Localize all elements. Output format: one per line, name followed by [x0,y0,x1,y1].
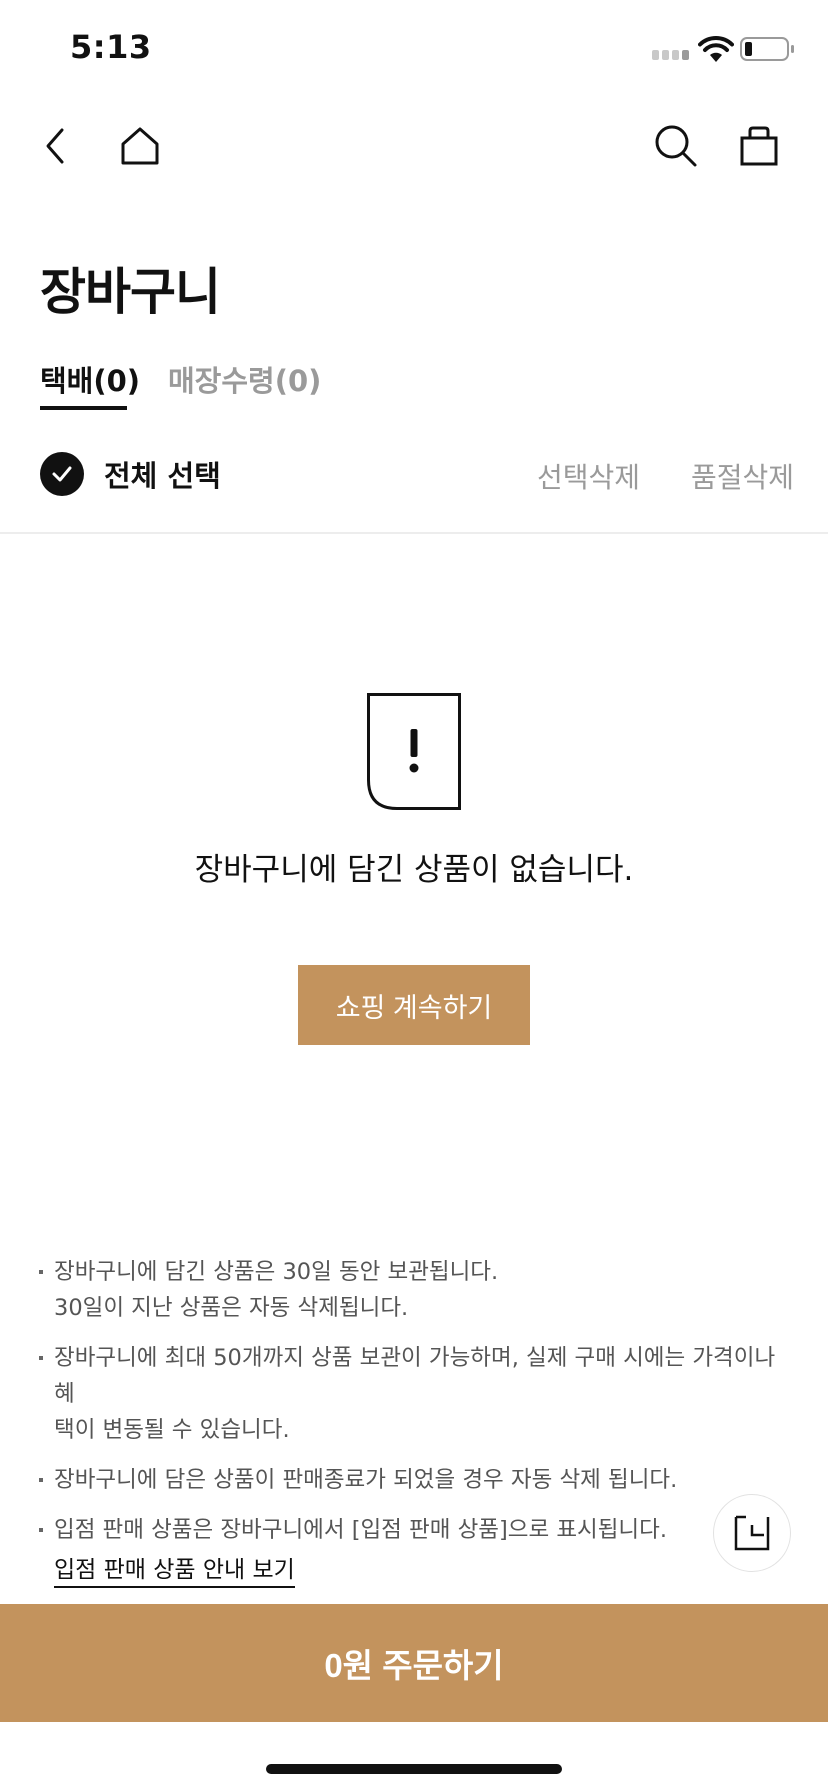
divider [0,532,828,534]
search-button[interactable] [646,116,706,176]
corner-bracket-icon [734,1515,770,1551]
note-item: 장바구니에 담긴 상품은 30일 동안 보관됩니다. 30일이 지난 상품은 자… [36,1254,786,1326]
cellular-signal-icon [652,50,690,60]
shopping-bag-icon [740,126,778,166]
empty-cart-message: 장바구니에 담긴 상품이 없습니다. [194,852,634,888]
order-button[interactable]: 0원 주문하기 [0,1604,828,1722]
delete-soldout-button[interactable]: 품절삭제 [691,456,794,496]
battery-icon [740,37,794,61]
home-icon [121,127,159,165]
tab-store-pickup[interactable]: 매장수령(0) [168,358,321,400]
active-tab-indicator [40,406,127,410]
status-time: 5:13 [70,28,152,66]
home-indicator [266,1764,562,1774]
continue-shopping-button[interactable]: 쇼핑 계속하기 [298,965,530,1045]
checkmark-icon [40,452,84,496]
cart-button[interactable] [729,116,789,176]
page-title: 장바구니 [40,263,221,321]
partner-product-guide-link[interactable]: 입점 판매 상품 안내 보기 [54,1550,295,1588]
select-all-checkbox[interactable]: 전체 선택 [40,452,221,496]
tab-delivery[interactable]: 택배(0) [40,358,140,400]
note-item: 장바구니에 담은 상품이 판매종료가 되었을 경우 자동 삭제 됩니다. [36,1462,786,1498]
alert-document-icon [367,693,461,810]
wifi-icon [698,36,734,62]
scroll-top-button[interactable] [713,1494,791,1572]
select-all-label: 전체 선택 [104,459,221,493]
note-item: 입점 판매 상품은 장바구니에서 [입점 판매 상품]으로 표시됩니다. [36,1512,786,1548]
status-bar: 5:13 [0,0,828,100]
delete-selected-button[interactable]: 선택삭제 [537,456,640,496]
note-item: 장바구니에 최대 50개까지 상품 보관이 가능하며, 실제 구매 시에는 가격… [36,1340,786,1448]
back-icon [46,128,64,164]
home-button[interactable] [110,116,170,176]
cart-notes: 장바구니에 담긴 상품은 30일 동안 보관됩니다. 30일이 지난 상품은 자… [36,1254,786,1562]
search-icon [655,125,697,167]
back-button[interactable] [26,116,86,176]
